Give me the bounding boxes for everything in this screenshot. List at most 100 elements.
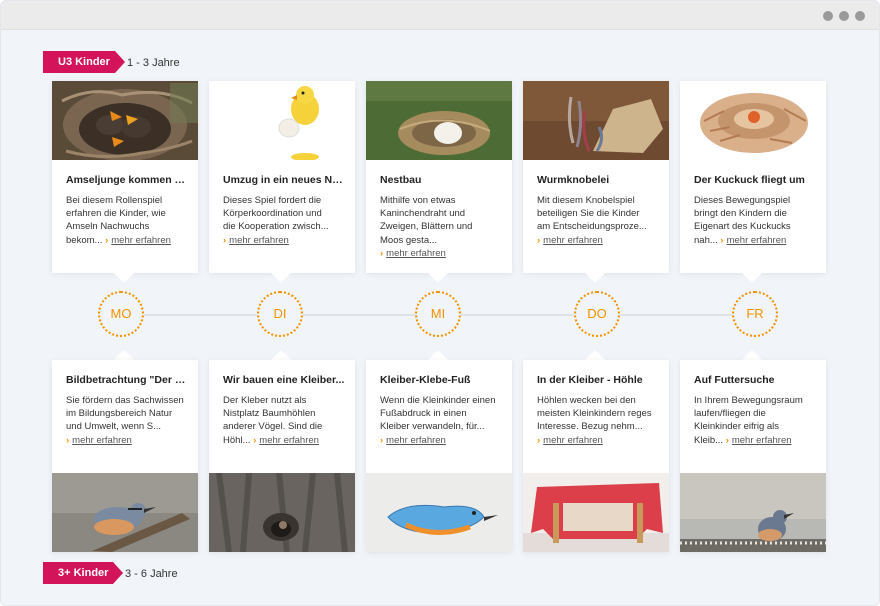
card-description-line: am Entscheidungsproze... <box>537 221 647 233</box>
card-description: Sie fördern das Sachwissen im Bildungsbe… <box>66 394 186 447</box>
card-pointer <box>742 350 762 360</box>
chevron-right-icon: › <box>105 234 109 246</box>
card-description: Höhlen wecken bei den meisten Kleinkinde… <box>537 394 657 447</box>
more-link[interactable]: mehr erfahren <box>386 248 446 259</box>
card-title[interactable]: Amseljunge kommen z... <box>66 174 188 186</box>
activity-card[interactable]: Wir bauen eine Kleiber... Der Kleber nut… <box>209 360 355 552</box>
wool-worms-bag-photo <box>523 81 669 160</box>
nest-on-grass-photo <box>366 81 512 160</box>
card-description-line: Kleiber verwandeln, für... <box>380 421 485 433</box>
more-link[interactable]: mehr erfahren <box>259 435 319 446</box>
age-tag-u3: U3 Kinder <box>43 51 125 73</box>
card-description-line: Körperkoordination und <box>223 208 322 220</box>
card-description-line: Bei diesem Rollenspiel <box>66 195 163 206</box>
card-description-line: Kleinkinder eifrig als <box>694 421 780 433</box>
age-range-3plus: 3 - 6 Jahre <box>125 568 178 580</box>
card-description-line: Dieses Bewegungspiel <box>694 195 791 206</box>
card-pointer <box>114 273 134 283</box>
more-link[interactable]: mehr erfahren <box>386 435 446 446</box>
card-description-line: anderer Vögel. Sind die <box>223 421 323 433</box>
card-title[interactable]: Bildbetrachtung "Der K... <box>66 374 188 386</box>
card-title[interactable]: Nestbau <box>380 174 502 186</box>
card-description: Mithilfe von etwas Kaninchendraht und Zw… <box>380 194 500 260</box>
card-description-line: Mit diesem Knobelspiel <box>537 195 635 206</box>
card-pointer <box>585 350 605 360</box>
card-title[interactable]: Wurmknobelei <box>537 174 659 186</box>
activity-card[interactable]: Nestbau Mithilfe von etwas Kaninchendrah… <box>366 81 512 273</box>
chevron-right-icon: › <box>720 234 724 246</box>
card-title[interactable]: Auf Futtersuche <box>694 374 816 386</box>
card-description-line: bekom... <box>66 234 103 246</box>
card-pointer <box>428 273 448 283</box>
window-dot-icon[interactable] <box>839 11 849 21</box>
card-description: Dieses Spiel fordert die Körperkoordinat… <box>223 194 343 247</box>
more-link[interactable]: mehr erfahren <box>732 435 792 446</box>
more-link[interactable]: mehr erfahren <box>543 435 603 446</box>
age-tag-label: U3 Kinder <box>58 56 110 68</box>
window-dot-icon[interactable] <box>823 11 833 21</box>
card-title[interactable]: Wir bauen eine Kleiber... <box>223 374 345 386</box>
card-description: Der Kleber nutzt als Nistplatz Baumhöhle… <box>223 394 343 447</box>
activity-card[interactable]: Wurmknobelei Mit diesem Knobelspiel bete… <box>523 81 669 273</box>
more-link[interactable]: mehr erfahren <box>229 235 289 246</box>
card-title[interactable]: Der Kuckuck fliegt um <box>694 174 816 186</box>
tree-hole-photo <box>209 473 355 552</box>
card-description-line: In Ihrem Bewegungsraum <box>694 395 803 406</box>
age-tag-label: 3+ Kinder <box>58 567 109 579</box>
nest-with-chicks-photo <box>52 81 198 160</box>
more-link[interactable]: mehr erfahren <box>543 235 603 246</box>
window-dot-icon[interactable] <box>855 11 865 21</box>
day-tuesday[interactable]: DI <box>257 291 303 337</box>
activity-card[interactable]: Kleiber-Klebe-Fuß Wenn die Kleinkinder e… <box>366 360 512 552</box>
card-description-line: nah... <box>694 234 718 246</box>
card-pointer <box>271 273 291 283</box>
card-description-line: Kleib... <box>694 434 724 446</box>
card-description-line: Sie fördern das Sachwissen <box>66 395 184 406</box>
card-pointer <box>271 350 291 360</box>
age-range-u3: 1 - 3 Jahre <box>127 57 180 69</box>
card-title[interactable]: In der Kleiber - Höhle <box>537 374 659 386</box>
activity-card[interactable]: In der Kleiber - Höhle Höhlen wecken bei… <box>523 360 669 552</box>
stick-nest-photo <box>680 81 826 160</box>
chevron-right-icon: › <box>253 434 257 446</box>
card-description: Dieses Bewegungspiel bringt den Kindern … <box>694 194 814 247</box>
card-description-line: Nistplatz Baumhöhlen <box>223 408 316 420</box>
card-description-line: Kaninchendraht und <box>380 208 466 220</box>
card-description-line: Der Kleber nutzt als <box>223 395 307 406</box>
card-description-line: Zweigen, Blättern und <box>380 221 473 233</box>
day-friday[interactable]: FR <box>732 291 778 337</box>
chevron-right-icon: › <box>380 434 384 446</box>
table-cave-photo <box>523 473 669 552</box>
card-description: Wenn die Kleinkinder einen Fußabdruck in… <box>380 394 500 447</box>
card-description-line: beteiligen Sie die Kinder <box>537 208 640 220</box>
more-link[interactable]: mehr erfahren <box>72 435 132 446</box>
card-pointer <box>114 350 134 360</box>
activity-card[interactable]: Bildbetrachtung "Der K... Sie fördern da… <box>52 360 198 552</box>
card-pointer <box>428 350 448 360</box>
card-title[interactable]: Kleiber-Klebe-Fuß <box>380 374 502 386</box>
card-title[interactable]: Umzug in ein neues Nest <box>223 174 345 186</box>
more-link[interactable]: mehr erfahren <box>111 235 171 246</box>
more-link[interactable]: mehr erfahren <box>727 235 787 246</box>
card-description-line: Höhlen wecken bei den <box>537 395 636 406</box>
card-description-line: Mithilfe von etwas <box>380 195 456 206</box>
card-description-line: Amseln Nachwuchs <box>66 221 150 233</box>
activity-card[interactable]: Umzug in ein neues Nest Dieses Spiel for… <box>209 81 355 273</box>
activity-card[interactable]: Auf Futtersuche In Ihrem Bewegungsraum l… <box>680 360 826 552</box>
chevron-right-icon: › <box>223 234 227 246</box>
activity-card[interactable]: Amseljunge kommen z... Bei diesem Rollen… <box>52 81 198 273</box>
card-description-line: Wenn die Kleinkinder einen <box>380 395 496 406</box>
card-description: Mit diesem Knobelspiel beteiligen Sie di… <box>537 194 657 247</box>
card-description-line: Dieses Spiel fordert die <box>223 195 322 206</box>
card-description-line: Eigenart des Kuckucks <box>694 221 791 233</box>
day-monday[interactable]: MO <box>98 291 144 337</box>
day-wednesday[interactable]: MI <box>415 291 461 337</box>
day-thursday[interactable]: DO <box>574 291 620 337</box>
card-description-line: und Umwelt, wenn S... <box>66 421 162 433</box>
card-description-line: die Kooperation zwisch... <box>223 221 329 233</box>
chick-and-egg-photo <box>209 81 355 160</box>
card-description-line: laufen/fliegen die <box>694 408 766 420</box>
card-description-line: Höhl... <box>223 434 251 446</box>
card-description-line: Moos gesta... <box>380 234 438 246</box>
activity-card[interactable]: Der Kuckuck fliegt um Dieses Bewegungspi… <box>680 81 826 273</box>
